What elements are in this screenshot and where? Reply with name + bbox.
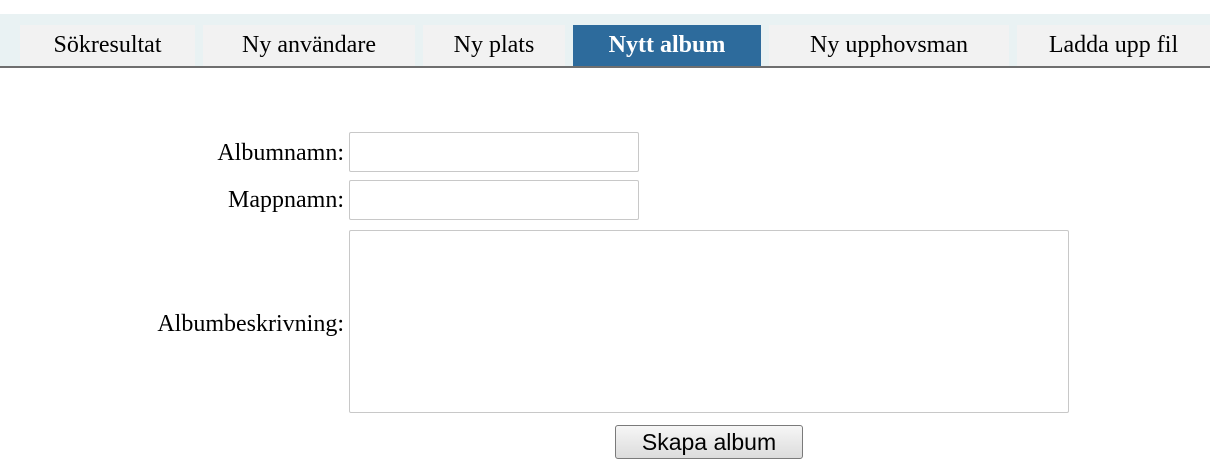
tab-ny-anvandare[interactable]: Ny användare <box>203 25 415 66</box>
tab-sokresultat[interactable]: Sökresultat <box>20 25 195 66</box>
albumbeskrivning-textarea[interactable] <box>349 230 1069 413</box>
albumnamn-label: Albumnamn: <box>217 140 344 166</box>
albumnamn-input[interactable] <box>349 132 639 172</box>
tab-ny-upphovsman[interactable]: Ny upphovsman <box>769 25 1009 66</box>
tab-ladda-upp-fil[interactable]: Ladda upp fil <box>1017 25 1210 66</box>
tab-bar-divider <box>0 66 1210 68</box>
skapa-album-button[interactable]: Skapa album <box>615 425 803 459</box>
mappnamn-label: Mappnamn: <box>228 187 344 213</box>
albumbeskrivning-label: Albumbeskrivning: <box>157 311 344 337</box>
tab-nytt-album[interactable]: Nytt album <box>573 25 761 66</box>
tab-ny-plats[interactable]: Ny plats <box>423 25 565 66</box>
mappnamn-input[interactable] <box>349 180 639 220</box>
